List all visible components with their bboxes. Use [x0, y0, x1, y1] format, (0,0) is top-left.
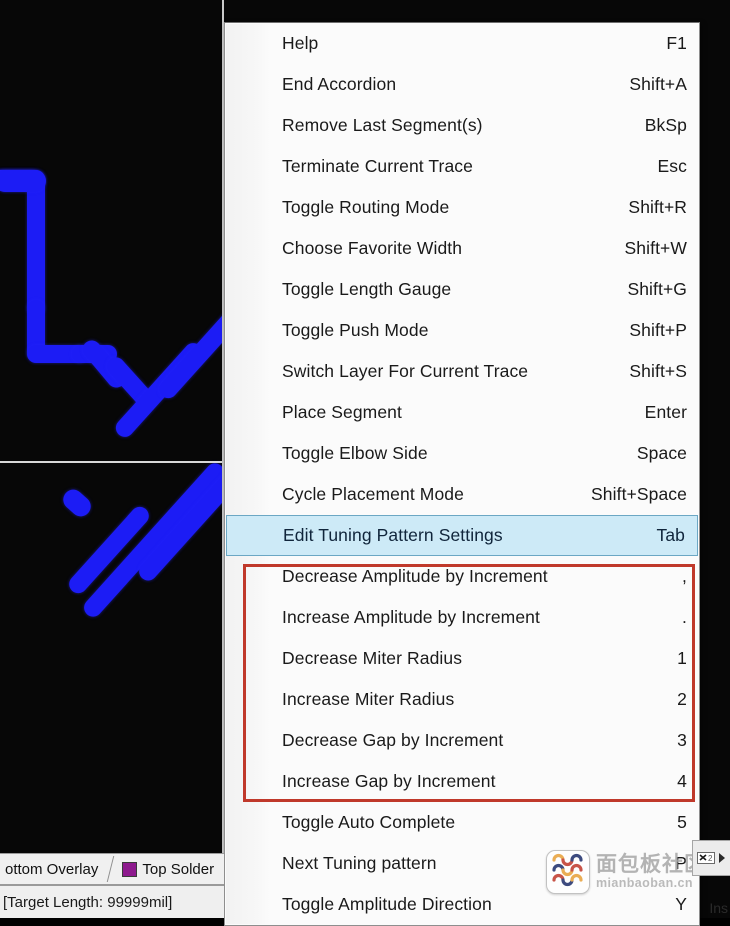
menu-item-increase-amplitude-by-increment[interactable]: Increase Amplitude by Increment . — [225, 597, 699, 638]
menu-item-label: Edit Tuning Pattern Settings — [283, 525, 503, 545]
layer-tab-bottom-overlay[interactable]: ottom Overlay — [0, 854, 103, 884]
menu-item-switch-layer-for-current-trace[interactable]: Switch Layer For Current Trace Shift+S — [225, 351, 699, 392]
layer-tab-top-solder[interactable]: Top Solder — [117, 854, 219, 884]
menu-item-place-segment[interactable]: Place Segment Enter — [225, 392, 699, 433]
svg-text:2: 2 — [708, 854, 713, 863]
target-length-status: [Target Length: 99999mil] — [0, 885, 224, 918]
menu-item-shortcut: 1 — [677, 648, 687, 668]
menu-item-label: Remove Last Segment(s) — [282, 115, 483, 135]
menu-item-label: Decrease Gap by Increment — [282, 730, 504, 750]
menu-item-label: Increase Amplitude by Increment — [282, 607, 540, 627]
menu-item-decrease-miter-radius[interactable]: Decrease Miter Radius 1 — [225, 638, 699, 679]
menu-item-label: Toggle Length Gauge — [282, 279, 452, 299]
menu-item-label: Toggle Elbow Side — [282, 443, 428, 463]
insert-mode-indicator: Ins — [709, 900, 728, 916]
menu-item-label: End Accordion — [282, 74, 397, 94]
menu-item-label: Help — [282, 33, 319, 53]
watermark: 面包板社区 mianbaoban.cn — [546, 850, 706, 894]
trace-segment — [59, 485, 95, 521]
menu-item-label: Terminate Current Trace — [282, 156, 473, 176]
menu-item-remove-last-segments[interactable]: Remove Last Segment(s) BkSp — [225, 105, 699, 146]
menu-item-shortcut: Shift+S — [629, 361, 687, 381]
target-length-text: [Target Length: 99999mil] — [3, 893, 173, 911]
menu-item-toggle-length-gauge[interactable]: Toggle Length Gauge Shift+G — [225, 269, 699, 310]
menu-item-label: Toggle Routing Mode — [282, 197, 450, 217]
menu-item-shortcut: BkSp — [644, 115, 687, 135]
edge-toolbar-fragment[interactable]: 2 — [692, 840, 730, 876]
menu-item-label: Place Segment — [282, 402, 402, 422]
guide-line-horizontal — [0, 461, 224, 463]
menu-item-shortcut: 5 — [677, 812, 687, 832]
layer-tab-separator-icon — [103, 854, 117, 884]
menu-item-toggle-push-mode[interactable]: Toggle Push Mode Shift+P — [225, 310, 699, 351]
menu-item-label: Toggle Auto Complete — [282, 812, 456, 832]
menu-item-label: Decrease Amplitude by Increment — [282, 566, 548, 586]
insert-mode-label: Ins — [709, 900, 728, 916]
trace-segment — [27, 176, 45, 316]
menu-item-shortcut: Y — [675, 894, 687, 914]
menu-item-shortcut: . — [682, 607, 687, 627]
menu-item-label: Switch Layer For Current Trace — [282, 361, 529, 381]
watermark-logo-icon — [546, 850, 590, 894]
menu-item-label: Decrease Miter Radius — [282, 648, 463, 668]
menu-item-increase-miter-radius[interactable]: Increase Miter Radius 2 — [225, 679, 699, 720]
trace-segment — [80, 459, 228, 621]
menu-item-toggle-auto-complete[interactable]: Toggle Auto Complete 5 — [225, 802, 699, 843]
menu-item-cycle-placement-mode[interactable]: Cycle Placement Mode Shift+Space — [225, 474, 699, 515]
menu-item-label: Increase Gap by Increment — [282, 771, 496, 791]
chevron-right-icon[interactable] — [717, 852, 727, 864]
context-menu[interactable]: Help F1 End Accordion Shift+A Remove Las… — [224, 22, 700, 926]
layer-color-swatch-icon — [122, 861, 138, 877]
layer-tab-label: Top Solder — [142, 860, 215, 878]
menu-item-terminate-current-trace[interactable]: Terminate Current Trace Esc — [225, 146, 699, 187]
menu-item-shortcut: 4 — [677, 771, 687, 791]
menu-item-shortcut: , — [682, 566, 687, 586]
menu-item-label: Next Tuning pattern — [282, 853, 437, 873]
menu-item-shortcut: Esc — [657, 156, 687, 176]
menu-item-end-accordion[interactable]: End Accordion Shift+A — [225, 64, 699, 105]
menu-item-decrease-gap-by-increment[interactable]: Decrease Gap by Increment 3 — [225, 720, 699, 761]
menu-item-label: Increase Miter Radius — [282, 689, 455, 709]
menu-item-label: Cycle Placement Mode — [282, 484, 464, 504]
menu-item-shortcut: Tab — [656, 525, 685, 545]
menu-item-shortcut: 3 — [677, 730, 687, 750]
menu-item-label: Toggle Amplitude Direction — [282, 894, 492, 914]
menu-item-shortcut: Shift+R — [628, 197, 687, 217]
menu-item-shortcut: Shift+W — [624, 238, 687, 258]
menu-item-shortcut: Shift+G — [627, 279, 687, 299]
watermark-text: 面包板社区 mianbaoban.cn — [596, 852, 706, 891]
menu-item-shortcut: Shift+P — [629, 320, 687, 340]
menu-item-toggle-elbow-side[interactable]: Toggle Elbow Side Space — [225, 433, 699, 474]
menu-item-shortcut: Enter — [644, 402, 687, 422]
menu-item-shortcut: 2 — [677, 689, 687, 709]
layer-tab-bar[interactable]: ottom Overlay Top Solder — [0, 853, 224, 885]
watermark-url: mianbaoban.cn — [596, 876, 693, 891]
menu-item-decrease-amplitude-by-increment[interactable]: Decrease Amplitude by Increment , — [225, 556, 699, 597]
trace-segment — [0, 170, 46, 192]
menu-item-choose-favorite-width[interactable]: Choose Favorite Width Shift+W — [225, 228, 699, 269]
layer-tab-label: ottom Overlay — [5, 860, 99, 878]
menu-item-shortcut: Shift+A — [629, 74, 687, 94]
menu-item-list: Help F1 End Accordion Shift+A Remove Las… — [225, 23, 699, 925]
menu-item-increase-gap-by-increment[interactable]: Increase Gap by Increment 4 — [225, 761, 699, 802]
watermark-title: 面包板社区 — [596, 852, 706, 876]
menu-item-shortcut: Shift+Space — [591, 484, 687, 504]
menu-item-toggle-routing-mode[interactable]: Toggle Routing Mode Shift+R — [225, 187, 699, 228]
menu-item-shortcut: Space — [636, 443, 687, 463]
menu-item-edit-tuning-pattern-settings[interactable]: Edit Tuning Pattern Settings Tab — [226, 515, 698, 556]
menu-item-label: Toggle Push Mode — [282, 320, 429, 340]
menu-item-help[interactable]: Help F1 — [225, 23, 699, 64]
close-x-icon[interactable]: 2 — [696, 849, 715, 867]
menu-item-label: Choose Favorite Width — [282, 238, 463, 258]
menu-item-shortcut: F1 — [666, 33, 687, 53]
